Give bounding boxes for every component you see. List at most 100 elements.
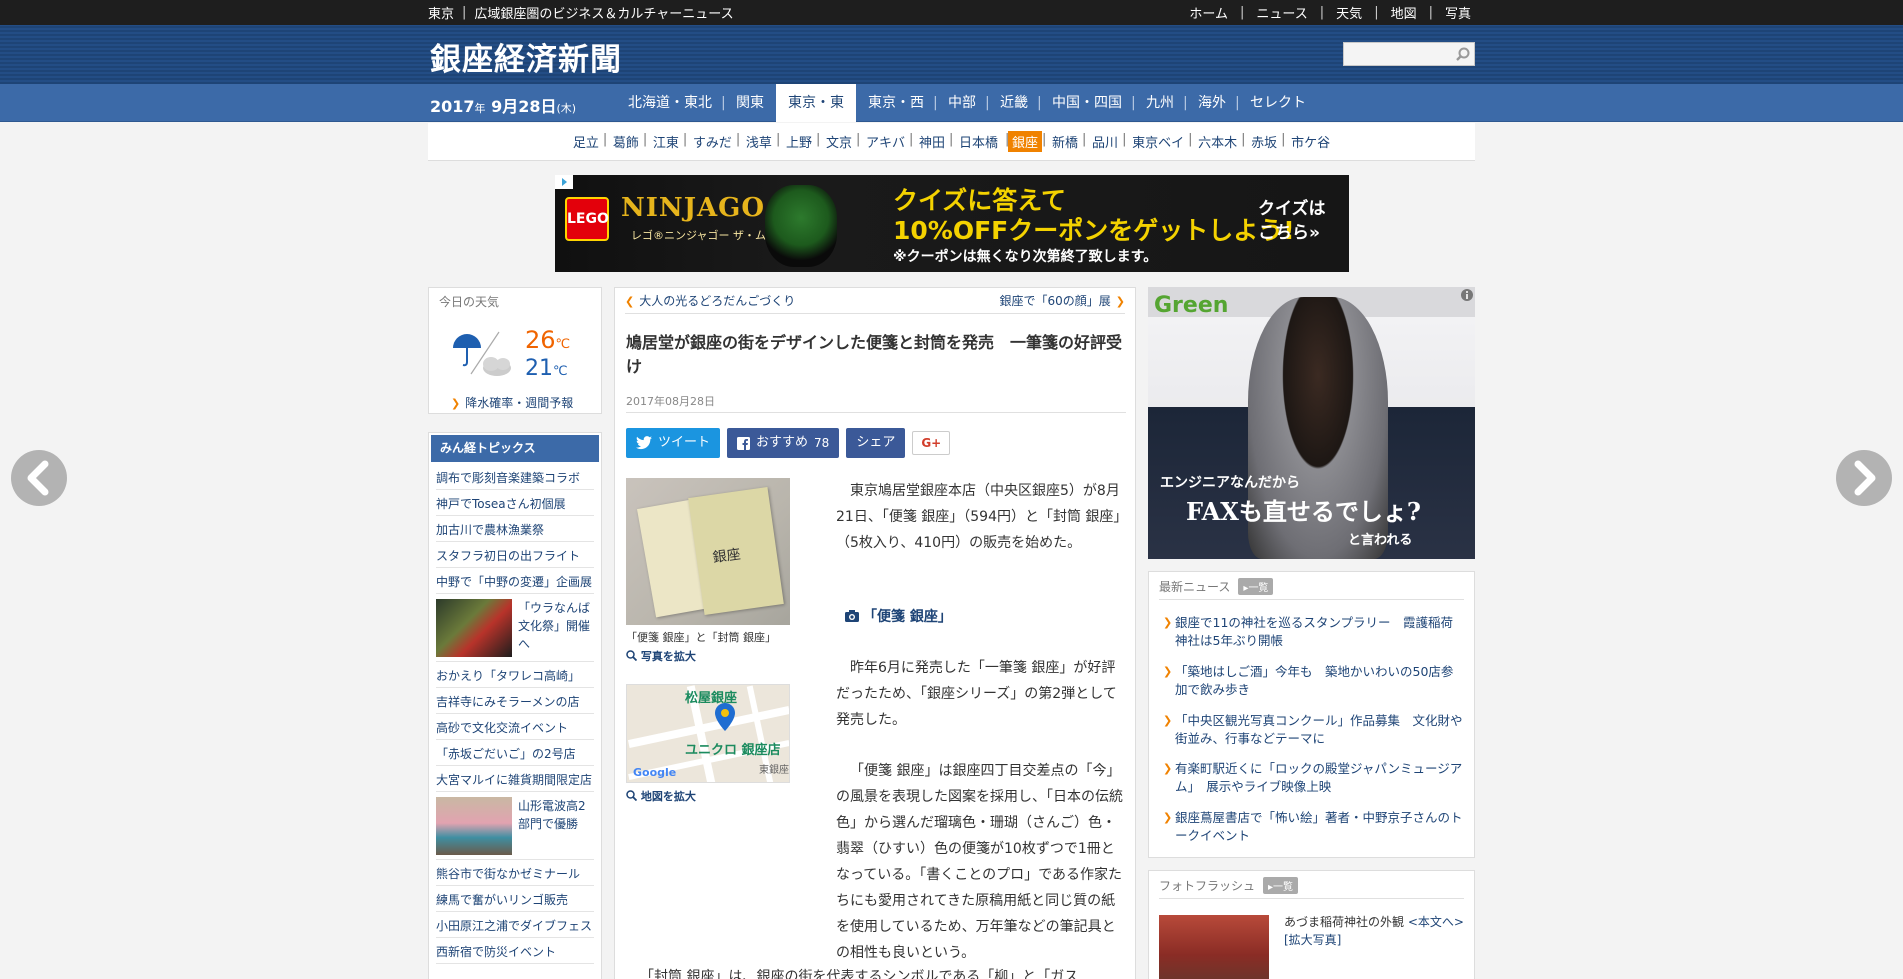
- nav-chugoku-shikoku[interactable]: 中国・四国: [1037, 84, 1134, 122]
- ad-choices-icon[interactable]: [555, 175, 573, 189]
- site-logo[interactable]: 銀座経済新聞: [430, 34, 622, 79]
- next-page-button[interactable]: [1836, 450, 1892, 506]
- facebook-share-button[interactable]: シェア: [846, 428, 906, 458]
- chevron-left-icon: ❮: [625, 295, 635, 308]
- topic-with-thumbnail[interactable]: 山形電波高2部門で優勝: [436, 792, 594, 860]
- news-item[interactable]: ❯ 「中央区観光写真コンクール」作品募集 文化財や街並み、行事などテーマに: [1163, 712, 1463, 748]
- subnav-item[interactable]: 上野: [776, 132, 819, 151]
- topic-link[interactable]: 西新宿で防災イベント: [436, 938, 594, 964]
- article: ❮ 大人の光るどろだんごづくり 銀座で「60の顔」展 ❯ 鳩居堂が銀座の街をデザイン…: [614, 287, 1136, 979]
- search-input[interactable]: [1344, 43, 1456, 65]
- photoflash-thumbnail[interactable]: [1159, 915, 1269, 979]
- topics-title: みん経トピックス: [431, 435, 599, 462]
- topic-link[interactable]: 「赤坂ごだいご」の2号店: [436, 740, 594, 766]
- nav-kinki[interactable]: 近畿: [985, 84, 1040, 122]
- subnav-item-ginza[interactable]: 銀座: [1005, 131, 1043, 152]
- topic-link[interactable]: 大宮マルイに雑貨期間限定店: [436, 766, 594, 792]
- topic-link[interactable]: 神戸でToseaさん初個展: [436, 490, 594, 516]
- news-more-link[interactable]: ▸一覧: [1238, 578, 1274, 595]
- prev-page-button[interactable]: [11, 450, 67, 506]
- banner-ad[interactable]: LEGO NINJAGO レゴ®ニンジャゴー ザ・ムービー クイズに答えて 10…: [555, 175, 1349, 272]
- topic-link[interactable]: スタフラ初日の出フライト: [436, 542, 594, 568]
- tagline: 広域銀座圏のビジネス＆カルチャーニュース: [474, 7, 734, 22]
- subnav-item[interactable]: 文京: [816, 132, 859, 151]
- photo-zoom-link[interactable]: 写真を拡大: [626, 648, 696, 664]
- subnav-item[interactable]: 六本木: [1188, 132, 1244, 151]
- subnav-item[interactable]: 赤坂: [1241, 132, 1284, 151]
- top-link-map[interactable]: 地図: [1387, 3, 1421, 22]
- region-label: 東京: [428, 7, 455, 22]
- zoom-icon: [626, 650, 638, 662]
- article-link[interactable]: <本文へ>: [1408, 915, 1464, 929]
- info-icon[interactable]: [1460, 288, 1474, 302]
- subnav-item[interactable]: 江東: [643, 132, 686, 151]
- tweet-button[interactable]: ツイート: [626, 428, 721, 458]
- topic-link[interactable]: おかえり「タワレコ高崎」: [436, 662, 594, 688]
- topic-link[interactable]: 吉祥寺にみそラーメンの店: [436, 688, 594, 714]
- news-item[interactable]: ❯ 銀座蔦屋書店で「怖い絵」著者・中野京子さんのトークイベント: [1163, 809, 1463, 845]
- rain-forecast-link[interactable]: ❯ 降水確率・週間予報: [451, 394, 573, 411]
- photoflash-more-link[interactable]: ▸一覧: [1263, 877, 1299, 894]
- nav-hokkaido-tohoku[interactable]: 北海道・東北: [616, 84, 724, 122]
- top-link-news[interactable]: ニュース: [1252, 3, 1311, 22]
- nav-tokyo-east[interactable]: 東京・東: [773, 84, 856, 122]
- subnav-item[interactable]: アキバ: [856, 132, 912, 151]
- share-buttons: ツイート おすすめ 78 シェア G+: [626, 428, 957, 458]
- banner-cta[interactable]: クイズは こちら»: [1258, 197, 1326, 245]
- topic-link[interactable]: 高砂で文化交流イベント: [436, 714, 594, 740]
- subnav-item[interactable]: 東京ベイ: [1122, 132, 1191, 151]
- subnav-item[interactable]: 日本橋: [949, 132, 1005, 151]
- banner-note: ※クーポンは無くなり次第終了致します。: [893, 249, 1158, 265]
- subnav-item[interactable]: 神田: [909, 132, 952, 151]
- search-icon[interactable]: [1455, 46, 1471, 62]
- topic-link[interactable]: 練馬で奮がいリンゴ販売: [436, 886, 594, 912]
- nav-overseas[interactable]: 海外: [1183, 84, 1238, 122]
- top-link-home[interactable]: ホーム: [1185, 3, 1232, 22]
- article-photo[interactable]: 銀座: [626, 478, 790, 625]
- topic-link[interactable]: 加古川で農林漁業祭: [436, 516, 594, 542]
- nav-tokyo-west[interactable]: 東京・西: [853, 84, 936, 122]
- topic-link[interactable]: 熊谷市で街なかゼミナール: [436, 860, 594, 886]
- nav-kanto[interactable]: 関東: [721, 84, 776, 122]
- subnav-item[interactable]: 足立: [566, 132, 606, 151]
- next-article-link[interactable]: 銀座で「60の顔」展 ❯: [1000, 292, 1126, 309]
- news-item[interactable]: ❯ 銀座で11の神社を巡るスタンプラリー 霞護稲荷神社は5年ぶり開帳: [1163, 614, 1463, 650]
- nav-kyushu[interactable]: 九州: [1131, 84, 1186, 122]
- subnav-item[interactable]: 浅草: [736, 132, 779, 151]
- nav-select[interactable]: セレクト: [1235, 84, 1318, 122]
- current-date: 2017年 9月28日(木): [430, 97, 577, 116]
- chevron-right-icon: ❯: [451, 397, 461, 410]
- facebook-recommend-button[interactable]: おすすめ 78: [727, 428, 840, 458]
- top-link-photo[interactable]: 写真: [1441, 3, 1475, 22]
- topic-thumbnail: [436, 797, 512, 855]
- photoflash-caption: あづま稲荷神社の外観 <本文へ> [拡大写真]: [1284, 915, 1464, 947]
- prev-article-link[interactable]: ❮ 大人の光るどろだんごづくり: [625, 292, 795, 309]
- news-item[interactable]: ❯ 有楽町駅近くに「ロックの殿堂ジャパンミュージアム」 展示やライブ映像上映: [1163, 760, 1463, 796]
- chevron-right-icon: ❯: [1115, 295, 1125, 308]
- sidebar-ad[interactable]: Green エンジニアなんだから FAXも直せるでしょ? と言われる: [1148, 287, 1475, 559]
- chevron-right-icon: ❯: [1163, 616, 1173, 629]
- subnav-item[interactable]: 品川: [1082, 132, 1125, 151]
- topic-link[interactable]: 「ウラなんば文化祭」開催へ: [518, 599, 594, 656]
- photoflash-title: フォトフラッシュ: [1159, 879, 1256, 893]
- topic-link[interactable]: 調布で彫刻音楽建築コラボ: [436, 464, 594, 490]
- news-item[interactable]: ❯ 「築地はしご酒」今年も 築地かいわいの50店参加で飲み歩き: [1163, 663, 1463, 699]
- nav-chubu[interactable]: 中部: [933, 84, 988, 122]
- map-pin-icon: [715, 703, 735, 731]
- enlarge-photo-link[interactable]: [拡大写真]: [1284, 933, 1341, 947]
- subnav-item[interactable]: 葛飾: [603, 132, 646, 151]
- subnav-item[interactable]: すみだ: [683, 132, 739, 151]
- topic-link[interactable]: 中野で「中野の変遷」企画展: [436, 568, 594, 594]
- topic-with-thumbnail[interactable]: 「ウラなんば文化祭」開催へ: [436, 594, 594, 662]
- article-paragraph: 「封筒 銀座」は、銀座の街を代表するシンボルである「柳」と「ガス: [640, 969, 1079, 979]
- subnav-item[interactable]: 市ケ谷: [1281, 132, 1337, 151]
- subnav-item[interactable]: 新橋: [1042, 132, 1085, 151]
- top-link-weather[interactable]: 天気: [1332, 3, 1366, 22]
- top-bar: 東京 | 広域銀座圏のビジネス＆カルチャーニュース ホーム | ニュース | 天気 |…: [0, 0, 1903, 25]
- topic-link[interactable]: 山形電波高2部門で優勝: [518, 797, 594, 854]
- weather-title: 今日の天気: [439, 295, 500, 309]
- google-plus-button[interactable]: G+: [912, 431, 951, 455]
- chevron-right-icon: ❯: [1163, 714, 1173, 727]
- article-paragraph: 「便箋 銀座」は銀座四丁目交差点の「今」の風景を表現した図案を採用し、「日本の伝…: [836, 763, 1123, 961]
- topic-link[interactable]: 小田原江之浦でダイブフェス: [436, 912, 594, 938]
